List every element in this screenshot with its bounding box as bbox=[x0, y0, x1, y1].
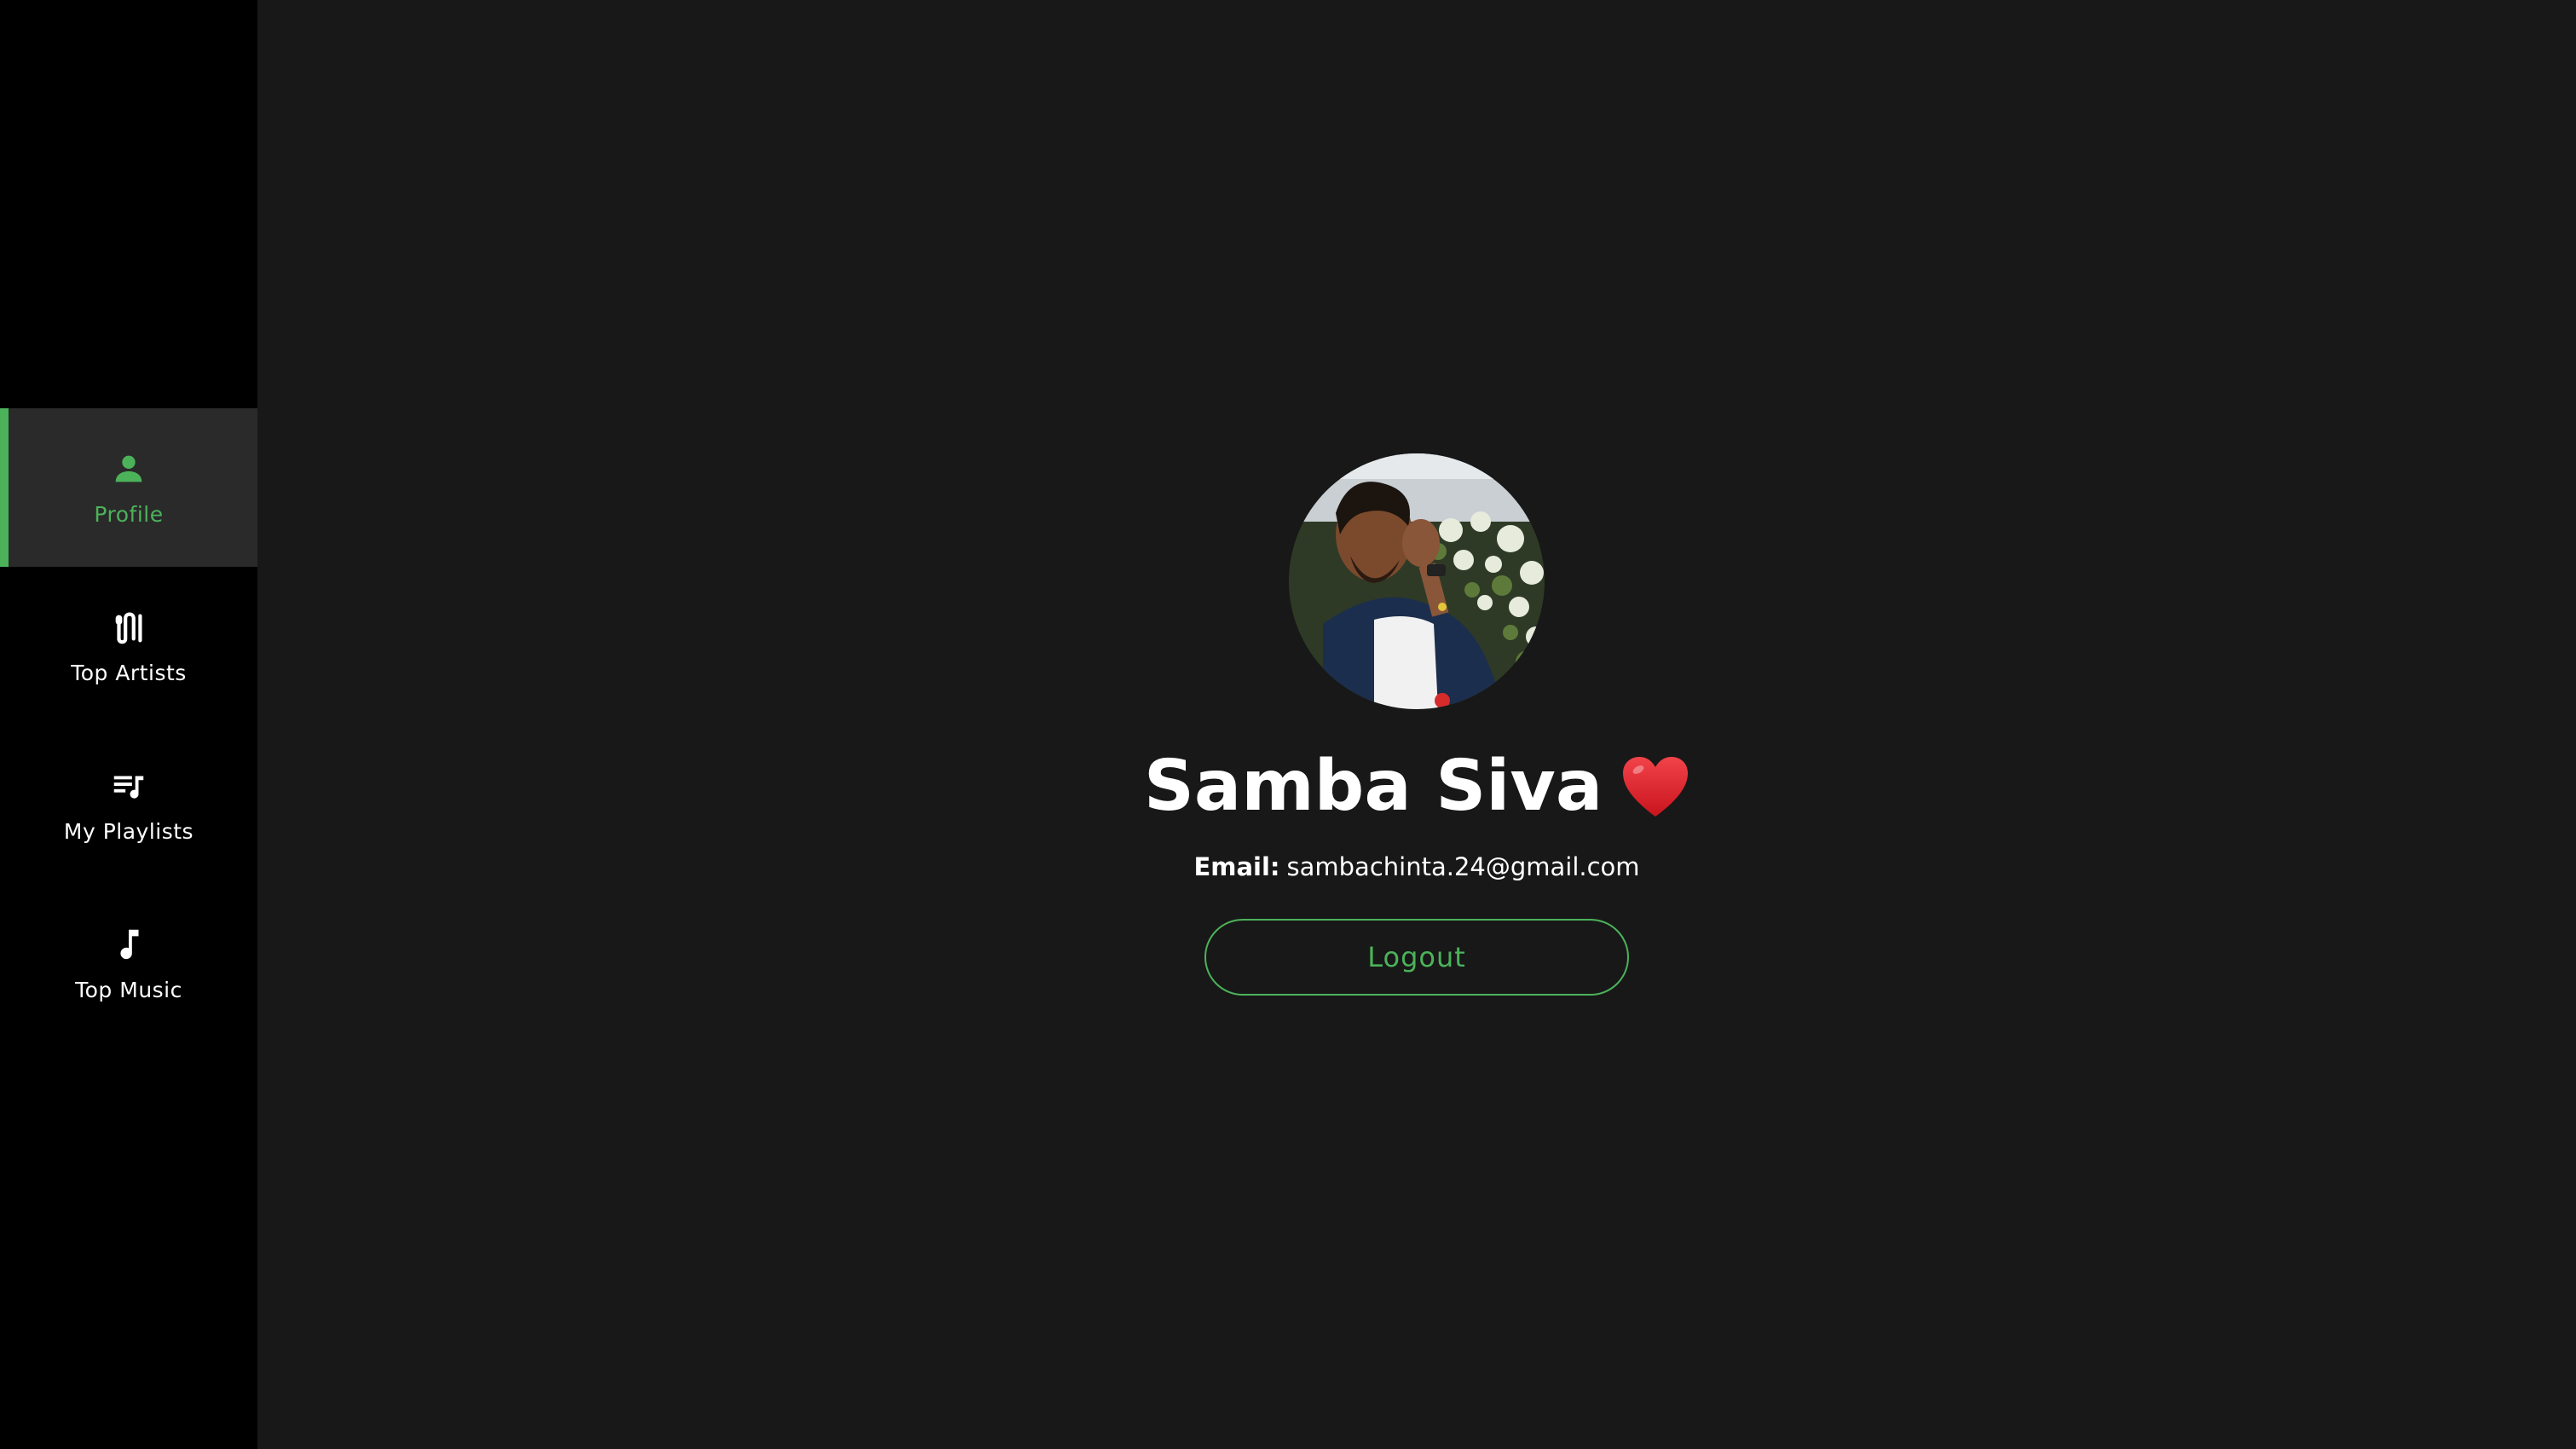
microphone-icon bbox=[109, 608, 148, 647]
sidebar-item-my-playlists[interactable]: My Playlists bbox=[0, 725, 257, 884]
person-icon bbox=[109, 449, 148, 488]
playlist-icon bbox=[109, 766, 148, 805]
logout-button[interactable]: Logout bbox=[1204, 919, 1629, 996]
sidebar-item-label: Top Artists bbox=[71, 660, 187, 685]
profile-name: Samba Siva bbox=[1144, 752, 1689, 822]
sidebar: Profile Top Artists My Playlists Top Mus… bbox=[0, 0, 257, 1449]
main-content: Samba Siva Email: sambachinta.24@gmail.c… bbox=[257, 0, 2576, 1449]
profile-email: Email: sambachinta.24@gmail.com bbox=[1193, 852, 1639, 881]
app-shell: Profile Top Artists My Playlists Top Mus… bbox=[0, 0, 2576, 1449]
email-label: Email: bbox=[1193, 852, 1280, 881]
heart-icon bbox=[1621, 755, 1689, 818]
sidebar-item-label: Profile bbox=[94, 501, 164, 527]
email-value: sambachinta.24@gmail.com bbox=[1286, 852, 1640, 881]
profile-name-text: Samba Siva bbox=[1143, 746, 1603, 827]
sidebar-nav: Profile Top Artists My Playlists Top Mus… bbox=[0, 408, 257, 1042]
sidebar-item-profile[interactable]: Profile bbox=[0, 408, 257, 567]
avatar bbox=[1289, 453, 1545, 709]
sidebar-item-label: My Playlists bbox=[63, 818, 194, 844]
sidebar-item-top-artists[interactable]: Top Artists bbox=[0, 567, 257, 725]
profile-card: Samba Siva Email: sambachinta.24@gmail.c… bbox=[257, 453, 2576, 996]
sidebar-item-label: Top Music bbox=[75, 977, 182, 1002]
music-note-icon bbox=[109, 925, 148, 964]
sidebar-item-top-music[interactable]: Top Music bbox=[0, 884, 257, 1042]
